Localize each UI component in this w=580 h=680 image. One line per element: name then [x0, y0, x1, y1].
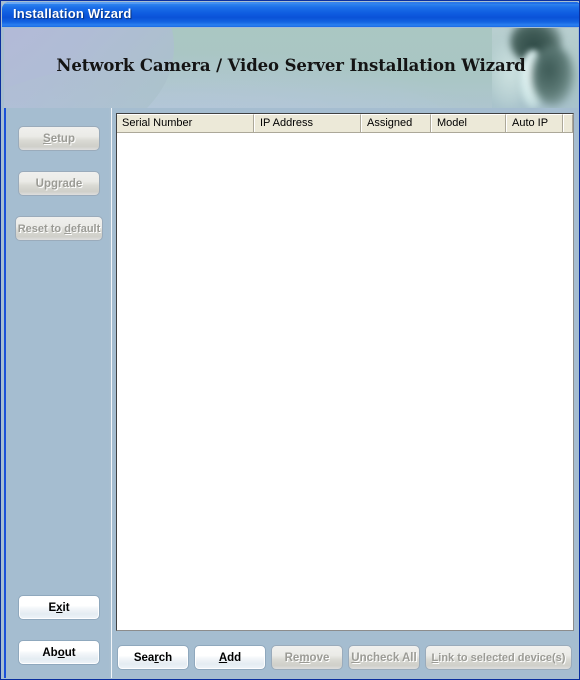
sidebar-button-reset-to-default-label: Reset to default [17, 222, 101, 235]
sidebar-button-upgrade-label: Upgrade [35, 177, 83, 190]
wizard-banner: Network Camera / Video Server Installati… [4, 28, 578, 108]
column-header-ip-address[interactable]: IP Address [254, 114, 361, 132]
photo-hair-lower [532, 46, 574, 106]
sidebar-button-exit-label: Exit [48, 601, 70, 614]
action-bar: Search Add Remove Uncheck All Link to se… [111, 636, 578, 678]
column-header-auto-ip[interactable]: Auto IP [506, 114, 563, 132]
device-list[interactable]: Serial Number IP Address Assigned Model … [116, 113, 574, 631]
column-header-assigned[interactable]: Assigned [361, 114, 431, 132]
installation-wizard-window: Installation Wizard Network Camera / Vid… [0, 0, 580, 680]
sidebar-button-reset-to-default[interactable]: Reset to default [15, 216, 103, 241]
window-title: Installation Wizard [13, 6, 132, 21]
sidebar-button-about[interactable]: About [18, 640, 100, 665]
add-button-label: Add [218, 651, 242, 664]
sidebar-button-upgrade[interactable]: Upgrade [18, 171, 100, 196]
remove-button[interactable]: Remove [271, 645, 343, 670]
link-to-selected-devices-button-label: Link to selected device(s) [431, 651, 566, 664]
uncheck-all-button[interactable]: Uncheck All [348, 645, 420, 670]
sidebar-button-about-label: About [42, 646, 76, 659]
remove-button-label: Remove [284, 651, 330, 664]
search-button-label: Search [133, 651, 173, 664]
sidebar-button-exit[interactable]: Exit [18, 595, 100, 620]
main-panel: Serial Number IP Address Assigned Model … [111, 108, 578, 678]
sidebar: Setup Upgrade Reset to default Exit Abou… [4, 108, 109, 678]
device-list-body[interactable] [117, 133, 573, 630]
banner-heading: Network Camera / Video Server Installati… [56, 56, 526, 75]
add-button[interactable]: Add [194, 645, 266, 670]
search-button[interactable]: Search [117, 645, 189, 670]
device-list-header: Serial Number IP Address Assigned Model … [117, 114, 573, 133]
column-header-model[interactable]: Model [431, 114, 506, 132]
column-header-filler [563, 114, 573, 132]
column-header-serial-number[interactable]: Serial Number [117, 114, 254, 132]
sidebar-button-setup[interactable]: Setup [18, 126, 100, 151]
uncheck-all-button-label: Uncheck All [351, 651, 417, 664]
link-to-selected-devices-button[interactable]: Link to selected device(s) [425, 645, 572, 670]
window-titlebar[interactable]: Installation Wizard [2, 2, 579, 27]
sidebar-button-setup-label: Setup [43, 132, 75, 145]
